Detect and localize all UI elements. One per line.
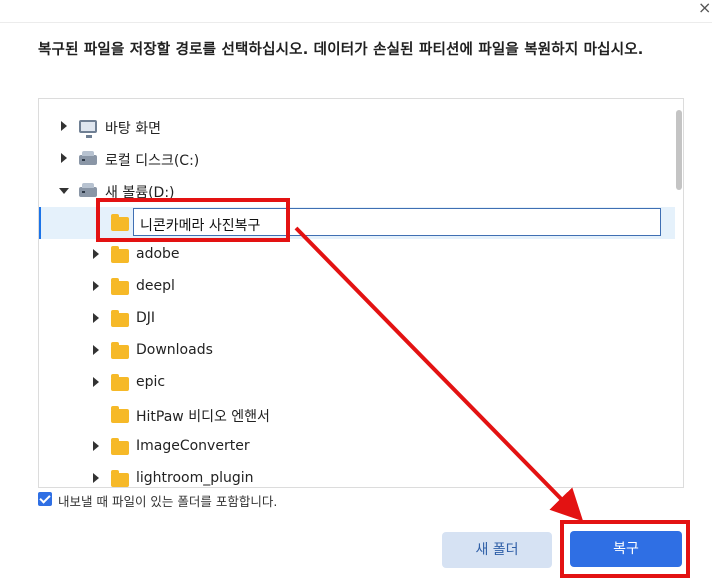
tree-item-adobe[interactable]: adobe <box>39 239 675 271</box>
tree-scrollbar[interactable] <box>676 110 682 190</box>
tree-item-desktop[interactable]: 바탕 화면 <box>39 111 675 143</box>
expand-arrow-icon[interactable] <box>93 345 99 355</box>
folder-icon <box>111 374 129 391</box>
tree-item-downloads[interactable]: Downloads <box>39 335 675 367</box>
tree-item-dji[interactable]: DJI <box>39 303 675 335</box>
expand-arrow-icon[interactable] <box>93 249 99 259</box>
folder-icon <box>111 246 129 263</box>
expand-arrow-icon[interactable] <box>61 121 67 131</box>
folder-tree[interactable]: 바탕 화면 로컬 디스크(C:) 새 볼륨(D:) 니콘카메라 사진복구 ado… <box>38 98 684 488</box>
folder-icon <box>111 342 129 359</box>
dialog-description: 복구된 파일을 저장할 경로를 선택하십시오. 데이터가 손실된 파티션에 파일… <box>38 42 644 58</box>
selection-indicator <box>39 207 41 239</box>
tree-item-label: deepl <box>136 278 175 294</box>
include-folder-label: 내보낼 때 파일이 있는 폴더를 포함합니다. <box>58 494 278 509</box>
drive-icon <box>79 151 97 165</box>
expand-arrow-icon[interactable] <box>93 313 99 323</box>
tree-item-epic[interactable]: epic <box>39 367 675 399</box>
tree-item-hitpaw[interactable]: HitPaw 비디오 엔핸서 <box>39 399 675 431</box>
folder-icon <box>111 406 129 423</box>
tree-item-label: 바탕 화면 <box>105 121 161 137</box>
folder-icon <box>111 310 129 327</box>
tree-item-label: 로컬 디스크(C:) <box>105 153 200 169</box>
tree-item-deepl[interactable]: deepl <box>39 271 675 303</box>
tree-item-lightroom-plugin[interactable]: lightroom_plugin <box>39 463 675 487</box>
tree-item-drive-c[interactable]: 로컬 디스크(C:) <box>39 143 675 175</box>
tree-item-label: DJI <box>136 310 156 326</box>
tree-item-label: ImageConverter <box>136 438 250 454</box>
folder-icon <box>111 438 129 455</box>
collapse-arrow-icon[interactable] <box>59 188 69 194</box>
expand-arrow-icon[interactable] <box>93 473 99 483</box>
title-bar <box>0 0 712 23</box>
folder-icon <box>111 470 129 487</box>
drive-icon <box>79 183 97 197</box>
tree-item-label: epic <box>136 374 166 390</box>
tree-item-label: lightroom_plugin <box>136 470 254 486</box>
tree-item-label: HitPaw 비디오 엔핸서 <box>136 409 270 425</box>
folder-icon <box>111 278 129 295</box>
expand-arrow-icon[interactable] <box>61 153 67 163</box>
desktop-icon <box>79 120 97 138</box>
expand-arrow-icon[interactable] <box>93 441 99 451</box>
include-folder-checkbox[interactable] <box>38 492 52 506</box>
close-icon[interactable]: × <box>698 0 711 16</box>
tree-item-label: Downloads <box>136 342 213 358</box>
annotation-highlight-restore <box>560 520 690 578</box>
tree-item-imageconverter[interactable]: ImageConverter <box>39 431 675 463</box>
expand-arrow-icon[interactable] <box>93 281 99 291</box>
new-folder-button[interactable]: 새 폴더 <box>442 532 552 568</box>
tree-item-label: adobe <box>136 246 180 262</box>
expand-arrow-icon[interactable] <box>93 377 99 387</box>
annotation-highlight-folder <box>96 198 290 242</box>
